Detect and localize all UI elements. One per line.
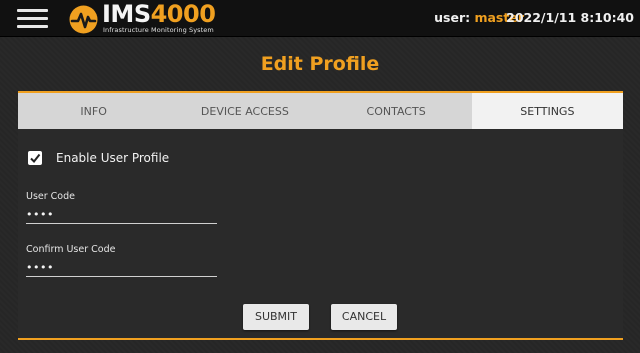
confirm-user-code-label: Confirm User Code (26, 244, 116, 255)
user-label: user: (434, 10, 471, 25)
page-title: Edit Profile (260, 53, 380, 75)
tab-contacts[interactable]: CONTACTS (321, 93, 472, 129)
hamburger-menu-icon[interactable] (17, 9, 48, 29)
enable-user-profile-checkbox[interactable] (28, 151, 42, 165)
logo-text-ims: IMS (102, 0, 151, 28)
cancel-button[interactable]: CANCEL (331, 304, 397, 330)
submit-button[interactable]: SUBMIT (243, 304, 309, 330)
confirm-user-code-field: Confirm User Code •••• (26, 244, 217, 277)
enable-user-profile-label: Enable User Profile (56, 151, 170, 165)
user-code-field: User Code •••• (26, 191, 217, 224)
tab-bar: INFO DEVICE ACCESS CONTACTS SETTINGS (18, 93, 623, 129)
logo-text: IMS4000 (102, 0, 216, 28)
logo-badge-icon (69, 5, 98, 34)
datetime: 2022/1/11 8:10:40 (506, 10, 634, 25)
confirm-user-code-input[interactable]: •••• (26, 260, 217, 277)
top-bar: IMS4000 Infrastructure Monitoring System… (0, 0, 640, 37)
enable-user-profile-row: Enable User Profile (28, 150, 169, 166)
app-logo[interactable]: IMS4000 Infrastructure Monitoring System (69, 0, 229, 35)
logo-subtitle: Infrastructure Monitoring System (103, 26, 214, 34)
user-code-input[interactable]: •••• (26, 207, 217, 224)
edit-profile-panel: INFO DEVICE ACCESS CONTACTS SETTINGS Ena… (18, 91, 623, 340)
tab-settings[interactable]: SETTINGS (471, 93, 623, 129)
checkmark-icon (30, 153, 41, 164)
user-code-label: User Code (26, 191, 75, 202)
tab-device-access[interactable]: DEVICE ACCESS (169, 93, 320, 129)
logo-text-number: 4000 (150, 0, 216, 28)
tab-info[interactable]: INFO (18, 93, 169, 129)
